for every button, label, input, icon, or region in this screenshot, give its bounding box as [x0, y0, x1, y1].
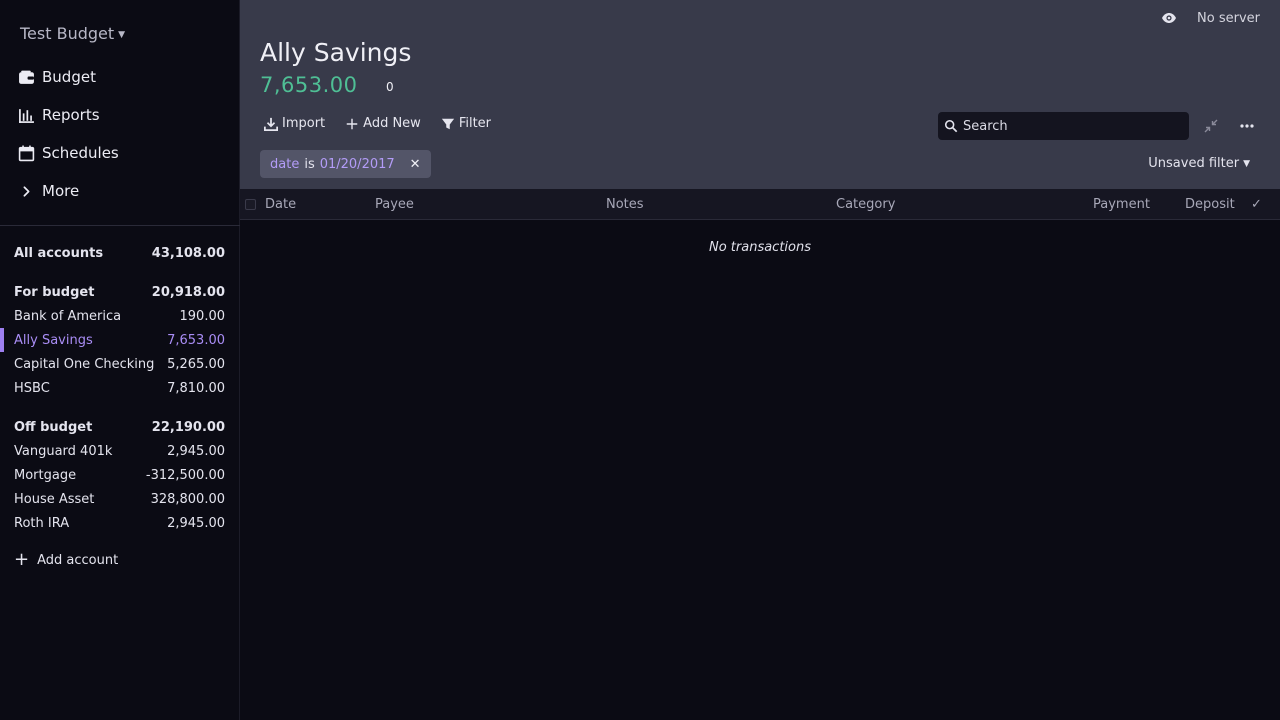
search-input[interactable]: [963, 118, 1173, 134]
account-balance: 5,265.00: [167, 356, 225, 372]
column-header-payee[interactable]: Payee: [375, 197, 414, 212]
transactions-table-header: Date Payee Notes Category Payment Deposi…: [240, 189, 1280, 220]
account-row-bank-of-america[interactable]: Bank of America 190.00: [0, 304, 240, 328]
plus-icon: [346, 118, 358, 129]
import-label: Import: [282, 116, 326, 131]
sidebar-nav: Budget Reports Schedules More: [0, 58, 240, 210]
account-balance: 328,800.00: [150, 491, 225, 507]
account-list: All accounts 43,108.00 For budget 20,918…: [0, 241, 240, 535]
remove-filter-icon[interactable]: ✕: [410, 157, 421, 172]
eye-icon[interactable]: [1161, 10, 1177, 26]
account-name: Ally Savings: [14, 332, 93, 348]
server-status[interactable]: No server: [1197, 11, 1260, 26]
account-name: Capital One Checking: [14, 356, 155, 372]
account-balance: 190.00: [179, 308, 226, 324]
account-group-name: Off budget: [14, 419, 93, 435]
sidebar: Test Budget ▼ Budget Reports Schedules M…: [0, 0, 240, 720]
search-box: [938, 112, 1189, 140]
account-title[interactable]: Ally Savings: [260, 38, 411, 67]
account-name: Vanguard 401k: [14, 443, 113, 459]
budget-name: Test Budget: [20, 24, 115, 43]
download-icon: [264, 117, 278, 131]
account-name: House Asset: [14, 491, 95, 507]
cleared-count: 0: [386, 80, 394, 94]
filter-icon: [441, 118, 454, 129]
account-name: All accounts: [14, 245, 104, 261]
nav-item-budget[interactable]: Budget: [0, 58, 240, 96]
column-header-category[interactable]: Category: [836, 197, 895, 212]
filter-value: 01/20/2017: [319, 156, 395, 172]
column-header-cleared[interactable]: ✓: [1251, 197, 1262, 212]
account-balance: -312,500.00: [145, 467, 225, 483]
account-balance: 7,810.00: [167, 380, 225, 396]
sidebar-divider: [0, 225, 240, 226]
filter-button[interactable]: Filter: [441, 116, 491, 131]
account-balance: 7,653.00: [167, 332, 225, 348]
bar-chart-icon: [18, 107, 35, 124]
calendar-icon: [18, 145, 35, 162]
column-header-notes[interactable]: Notes: [606, 197, 644, 212]
account-name: Roth IRA: [14, 515, 70, 531]
nav-item-more[interactable]: More: [0, 172, 240, 210]
off-budget-group-row[interactable]: Off budget 22,190.00: [0, 415, 240, 439]
account-name: Mortgage: [14, 467, 77, 483]
account-row-ally-savings[interactable]: Ally Savings 7,653.00: [0, 328, 240, 352]
unsaved-filter-label: Unsaved filter: [1148, 156, 1240, 171]
add-account-label: Add account: [37, 553, 119, 568]
account-row-mortgage[interactable]: Mortgage -312,500.00: [0, 463, 240, 487]
column-header-deposit[interactable]: Deposit: [1185, 197, 1235, 212]
account-balance: 2,945.00: [167, 443, 225, 459]
account-row-roth-ira[interactable]: Roth IRA 2,945.00: [0, 511, 240, 535]
chevron-right-icon: [18, 183, 35, 200]
account-row-capital-one-checking[interactable]: Capital One Checking 5,265.00: [0, 352, 240, 376]
account-group-name: For budget: [14, 284, 95, 300]
account-name: HSBC: [14, 380, 50, 396]
import-button[interactable]: Import: [264, 116, 325, 131]
account-balance: 43,108.00: [151, 245, 225, 261]
account-group-balance: 20,918.00: [151, 284, 225, 300]
budget-name-menu[interactable]: Test Budget ▼: [20, 24, 125, 43]
nav-item-reports[interactable]: Reports: [0, 96, 240, 134]
empty-state-message: No transactions: [708, 240, 812, 255]
filter-label: Filter: [458, 116, 492, 131]
account-row-hsbc[interactable]: HSBC 7,810.00: [0, 376, 240, 400]
account-row-house-asset[interactable]: House Asset 328,800.00: [0, 487, 240, 511]
nav-label: Budget: [42, 68, 96, 86]
for-budget-group-row[interactable]: For budget 20,918.00: [0, 280, 240, 304]
column-header-date[interactable]: Date: [265, 197, 296, 212]
nav-item-schedules[interactable]: Schedules: [0, 134, 240, 172]
all-accounts-row[interactable]: All accounts 43,108.00: [0, 241, 240, 265]
account-name: Bank of America: [14, 308, 122, 324]
select-all-checkbox[interactable]: [245, 199, 256, 210]
add-new-label: Add New: [363, 116, 421, 131]
nav-label: Schedules: [42, 144, 119, 162]
plus-icon: +: [14, 548, 30, 570]
wallet-icon: [18, 69, 35, 86]
filter-operator: is: [304, 156, 315, 172]
account-toolbar: Import Add New Filter: [264, 116, 491, 131]
nav-label: Reports: [42, 106, 100, 124]
unsaved-filter-menu[interactable]: Unsaved filter ▼: [1148, 156, 1250, 171]
account-group-balance: 22,190.00: [151, 419, 225, 435]
add-account-button[interactable]: + Add account: [14, 548, 119, 570]
main-content: No server Ally Savings 7,653.00 0 Import…: [240, 0, 1280, 720]
account-header: No server Ally Savings 7,653.00 0 Import…: [240, 0, 1280, 189]
filter-chip[interactable]: date is 01/20/2017 ✕: [260, 150, 431, 178]
nav-label: More: [42, 182, 80, 200]
account-balance-total[interactable]: 7,653.00: [260, 73, 358, 97]
add-new-button[interactable]: Add New: [345, 116, 421, 131]
account-row-vanguard-401k[interactable]: Vanguard 401k 2,945.00: [0, 439, 240, 463]
caret-down-icon: ▼: [1243, 158, 1250, 169]
caret-down-icon: ▼: [118, 29, 126, 40]
column-header-payment[interactable]: Payment: [1093, 197, 1150, 212]
top-bar: No server: [1161, 10, 1260, 26]
search-icon: [944, 119, 958, 133]
account-balance: 2,945.00: [167, 515, 225, 531]
filter-field: date: [270, 156, 300, 172]
collapse-icon[interactable]: [1203, 118, 1219, 134]
more-options-icon[interactable]: [1239, 118, 1255, 134]
